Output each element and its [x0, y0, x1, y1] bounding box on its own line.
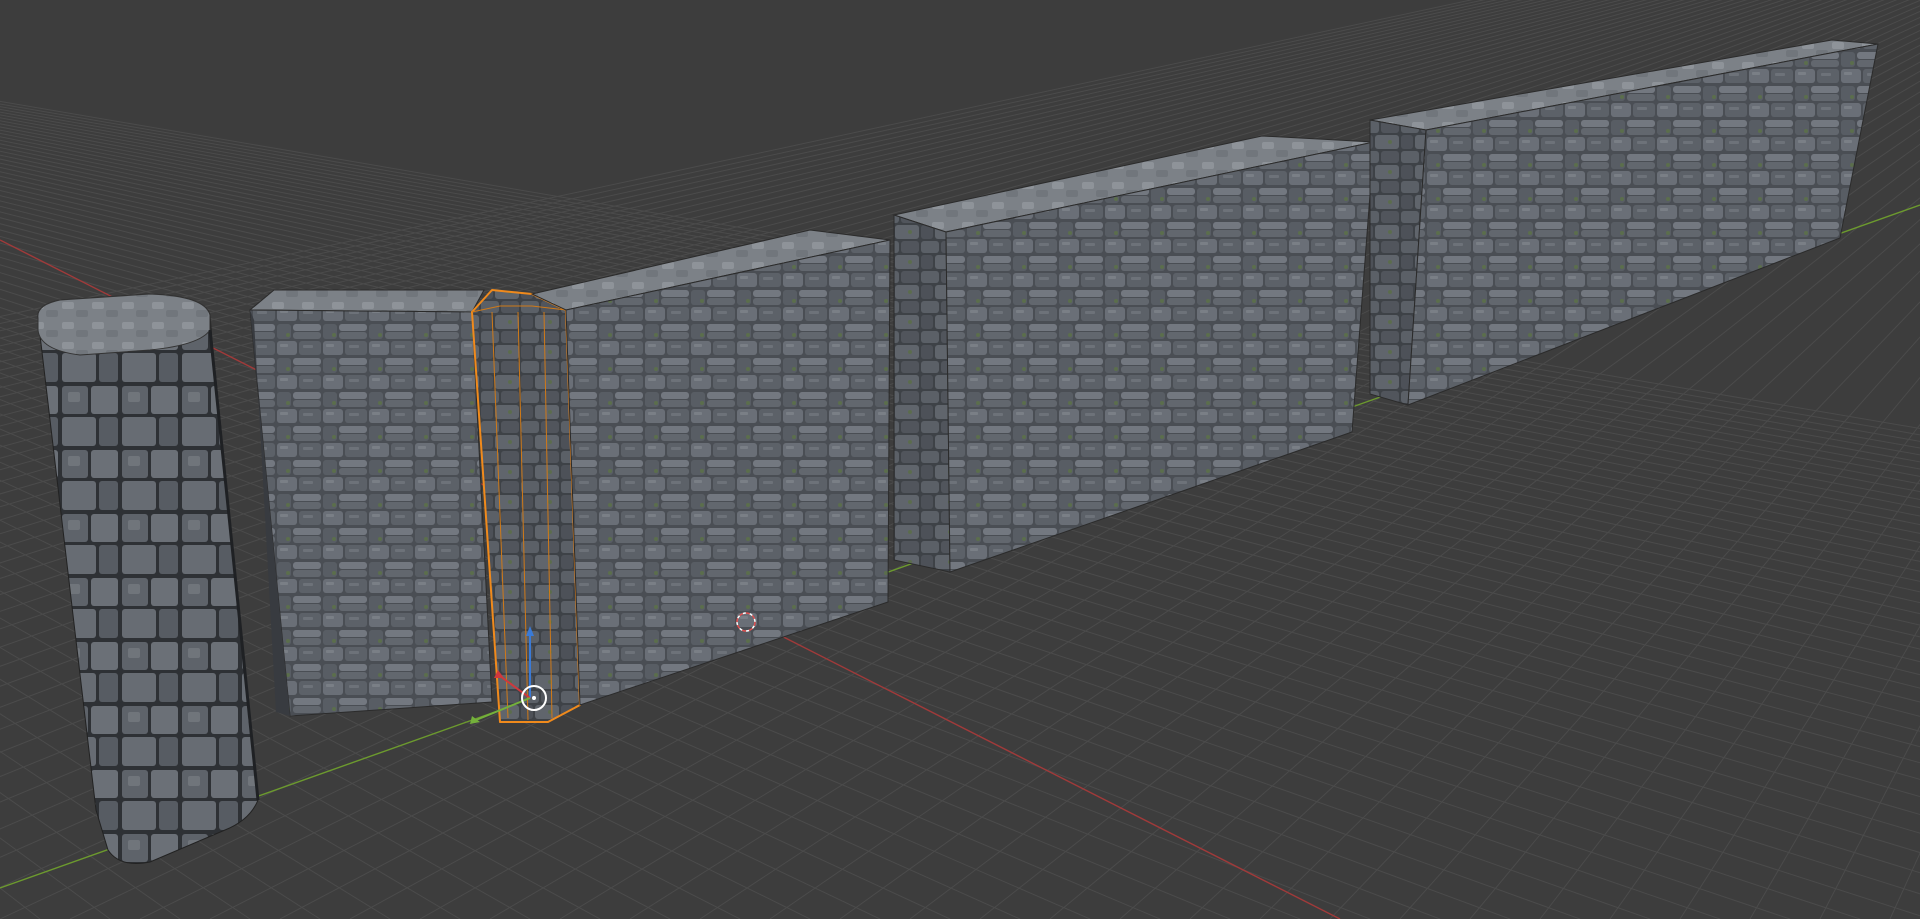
wall-1-object[interactable] [530, 229, 891, 706]
wall-3-object[interactable] [1369, 39, 1879, 406]
pillar-object[interactable] [37, 293, 260, 864]
3d-viewport[interactable] [0, 0, 1920, 919]
wall-corner-object[interactable] [248, 289, 493, 717]
wall-2-object[interactable] [892, 135, 1375, 573]
